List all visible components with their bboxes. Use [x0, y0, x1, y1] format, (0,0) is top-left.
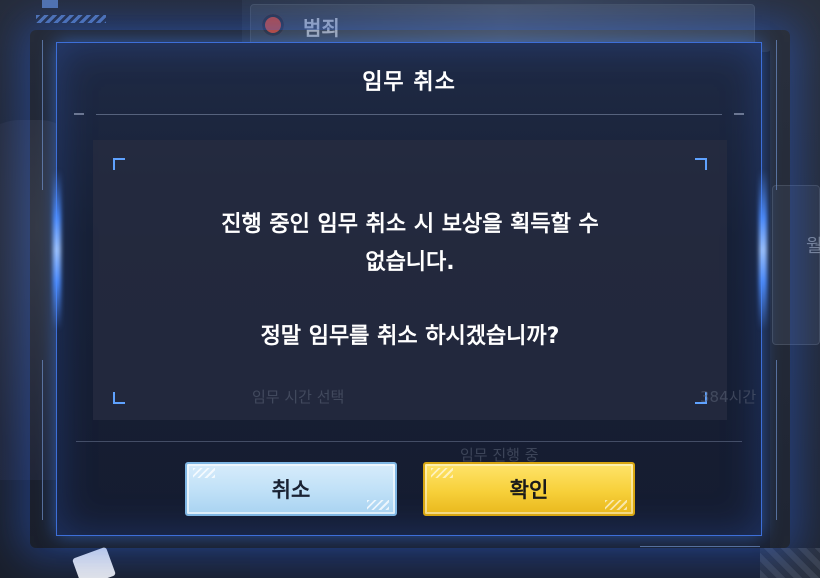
dialog-message-line1: 진행 중인 임무 취소 시 보상을 획득할 수 [221, 212, 599, 237]
hud-line-right-bottom [776, 360, 777, 520]
dialog-question: 정말 임무를 취소 하시겠습니까? [260, 324, 560, 349]
background-menu-icon [42, 0, 58, 8]
dialog-message-line2: 없습니다. [365, 250, 455, 275]
hud-line-right-top [776, 40, 777, 190]
hud-line-left-top [42, 40, 43, 190]
title-divider-tick-right [734, 113, 744, 115]
background-ghost-text-left: 임무 시간 선택 [252, 388, 345, 406]
panel-corner-top-left [113, 158, 125, 170]
cancel-button-label: 취소 [271, 478, 311, 502]
background-right-text: 월 [806, 236, 820, 257]
title-divider [96, 114, 722, 115]
confirm-button[interactable]: 확인 [423, 462, 635, 516]
title-divider-tick-left [74, 113, 84, 115]
dialog-title: 임무 취소 [362, 70, 456, 95]
dialog-message: 진행 중인 임무 취소 시 보상을 획득할 수 없습니다. [93, 206, 727, 282]
button-stripe-decoration [605, 500, 627, 510]
background-stripe [36, 15, 106, 23]
hud-line-left-bottom [42, 360, 43, 520]
background-bottom-right-pattern [760, 548, 820, 578]
panel-corner-bottom-left [113, 392, 125, 404]
background-ghost-text-right: 384시간 [700, 388, 757, 406]
cancel-button[interactable]: 취소 [185, 462, 397, 516]
button-stripe-decoration [431, 468, 453, 478]
dialog-right-edge-glow [759, 170, 767, 330]
confirm-button-label: 확인 [509, 478, 549, 502]
hud-line-bottom [640, 546, 760, 547]
panel-corner-top-right [695, 158, 707, 170]
button-stripe-decoration [193, 468, 215, 478]
dialog-left-edge-glow [53, 170, 61, 330]
button-divider [76, 441, 742, 442]
button-stripe-decoration [367, 500, 389, 510]
